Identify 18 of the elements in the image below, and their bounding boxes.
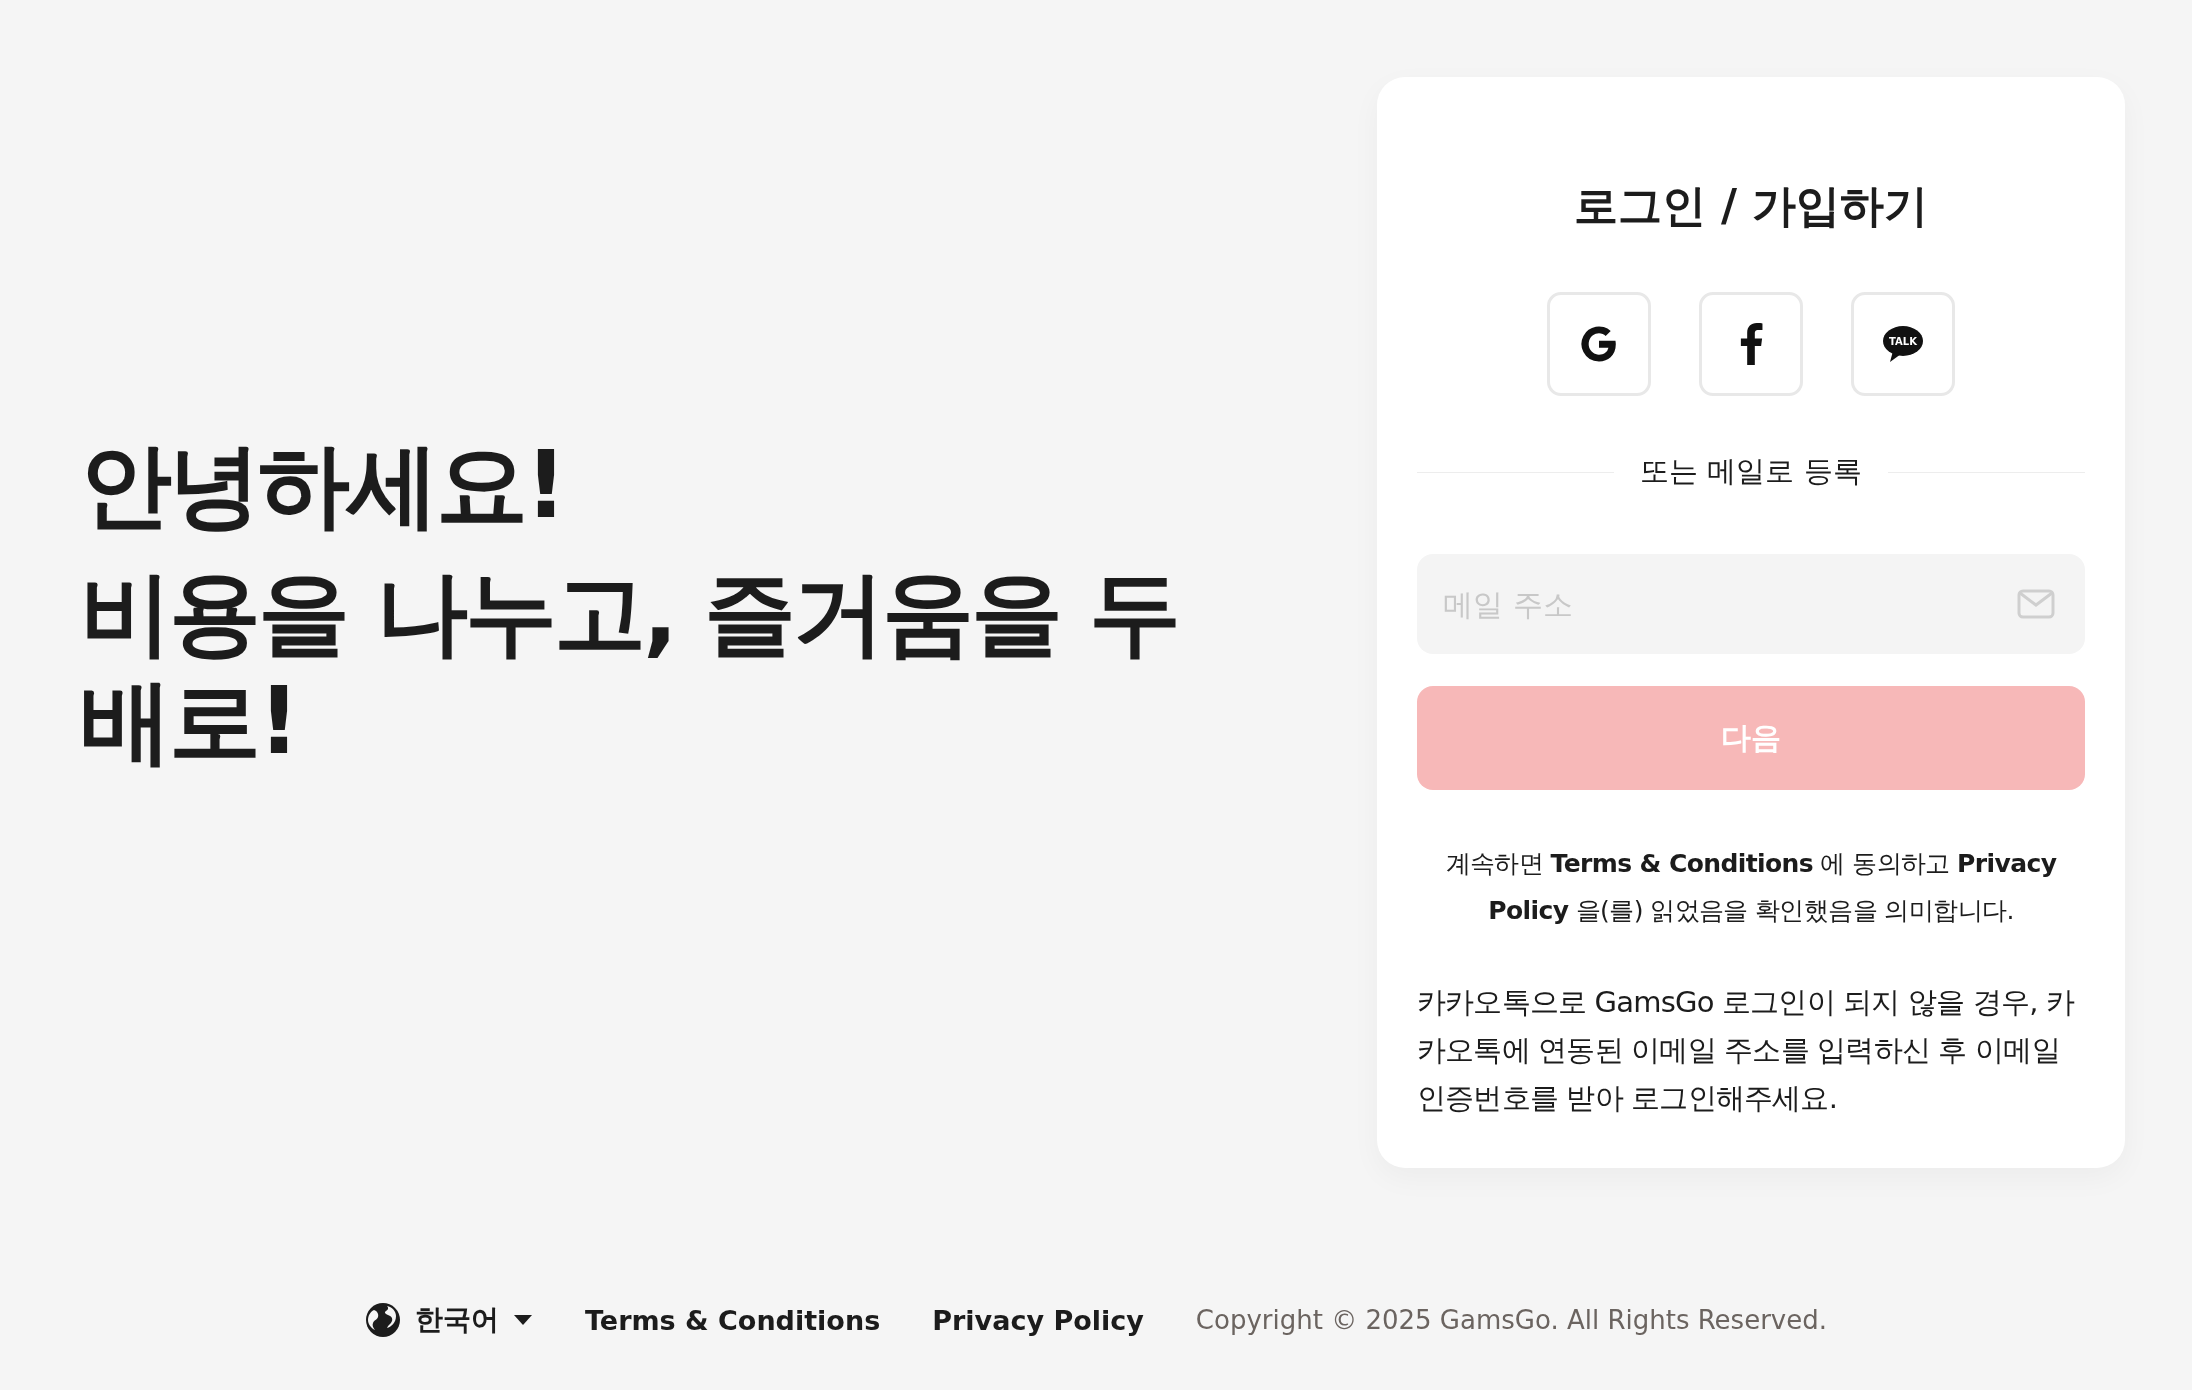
footer-link[interactable]: Terms & Conditions [585,1304,881,1336]
copyright-text: Copyright © 2025 GamsGo. All Rights Reserved. [1195,1305,1827,1335]
footer-link[interactable]: Privacy Policy [932,1304,1144,1336]
divider-text: 또는 메일로 등록 [1640,453,1862,490]
kakao-notice: 카카오톡으로 GamsGo 로그인이 되지 않을 경우, 카카오톡에 연동된 이메일 주소를 입력하신 후 이메일 인증번호를 받아 로그인해주세요. [1417,984,2076,1117]
social-login-button[interactable]: TALK [1851,292,1955,396]
facebook-icon [1739,323,1763,365]
language-label: 한국어 [415,1302,499,1338]
envelope-icon [2017,589,2055,619]
hero-heading: 비용을 나누고, 즐거움을 두 배로! [80,560,1180,776]
caret-icon [513,1314,533,1326]
language-selector[interactable]: 한국어 [365,1301,533,1339]
terms-text: 계속하면 Terms & Conditions 에 동의하고 Privacy Policy 을(를) 읽었음을 확인했음을 의미합니다. [1444,848,2058,927]
globe-icon [365,1302,401,1338]
social-login-button[interactable] [1699,292,1803,396]
card-title: 로그인 / 가입하기 [1573,179,1929,233]
hero-heading: 안녕하세요! [80,432,565,540]
social-login-button[interactable] [1547,292,1651,396]
